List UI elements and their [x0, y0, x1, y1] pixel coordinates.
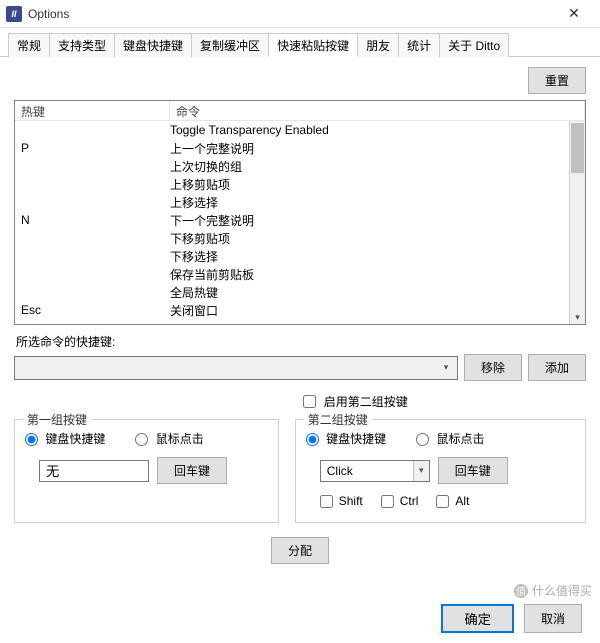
checkbox-input[interactable]	[436, 495, 449, 508]
selected-hotkey-combo[interactable]: ▾	[14, 356, 458, 380]
list-row[interactable]: P上一个完整说明	[15, 139, 585, 157]
checkbox-input[interactable]	[381, 495, 394, 508]
titlebar: II Options ✕	[0, 0, 600, 28]
checkbox-input[interactable]	[320, 495, 333, 508]
dialog-buttons: 确定 取消	[441, 604, 582, 633]
add-button[interactable]: 添加	[528, 354, 586, 381]
tab-about[interactable]: 关于 Ditto	[439, 33, 509, 57]
list-row[interactable]: 下移选择	[15, 247, 585, 265]
chevron-down-icon: ▾	[437, 357, 455, 379]
list-row[interactable]: 保存当前剪贴板	[15, 265, 585, 283]
group2-radio-keyboard[interactable]: 键盘快捷键	[306, 430, 386, 447]
list-row[interactable]: 上移剪贴项	[15, 175, 585, 193]
radio-input[interactable]	[135, 433, 148, 446]
tab-general[interactable]: 常规	[8, 33, 50, 57]
group1-enterkey-button[interactable]: 回车键	[157, 457, 227, 484]
tab-content: 重置 热键 命令 Toggle Transparency Enabled P上一…	[0, 57, 600, 574]
radio-input[interactable]	[306, 433, 319, 446]
list-row[interactable]: N下一个完整说明	[15, 211, 585, 229]
ok-button[interactable]: 确定	[441, 604, 514, 633]
group2-radio-mouse[interactable]: 鼠标点击	[416, 430, 484, 447]
list-row[interactable]: Toggle Transparency Enabled	[15, 121, 585, 139]
header-hotkey[interactable]: 热键	[15, 101, 170, 120]
group1-radio-keyboard[interactable]: 键盘快捷键	[25, 430, 105, 447]
list-header: 热键 命令	[15, 101, 585, 121]
group1-radio-mouse[interactable]: 鼠标点击	[135, 430, 203, 447]
header-command[interactable]: 命令	[170, 101, 585, 120]
close-button[interactable]: ✕	[554, 0, 594, 28]
list-row[interactable]: 上次切换的组	[15, 157, 585, 175]
enable-group2-checkbox[interactable]	[303, 395, 316, 408]
hotkey-list: 热键 命令 Toggle Transparency Enabled P上一个完整…	[14, 100, 586, 325]
scrollbar-thumb[interactable]	[571, 123, 584, 173]
group1-box: 第一组按键 键盘快捷键 鼠标点击 回车键	[14, 419, 279, 523]
enable-group2-label: 启用第二组按键	[324, 393, 408, 410]
tab-strip: 常规 支持类型 键盘快捷键 复制缓冲区 快速粘贴按键 朋友 统计 关于 Ditt…	[0, 28, 600, 57]
group2-shift-check[interactable]: Shift	[320, 494, 363, 508]
group2-alt-check[interactable]: Alt	[436, 494, 469, 508]
chevron-down-icon: ▾	[413, 461, 429, 481]
watermark-text: 什么值得买	[532, 582, 592, 599]
group1-legend: 第一组按键	[23, 411, 91, 428]
group2-enterkey-button[interactable]: 回车键	[438, 457, 508, 484]
remove-button[interactable]: 移除	[464, 354, 522, 381]
list-row[interactable]: Esc关闭窗口	[15, 301, 585, 319]
vertical-scrollbar[interactable]: ▾	[569, 121, 585, 324]
group1-key-input[interactable]	[39, 460, 149, 482]
window-title: Options	[28, 7, 554, 21]
tab-keyboard-shortcuts[interactable]: 键盘快捷键	[114, 33, 192, 57]
list-row[interactable]: 下移剪贴项	[15, 229, 585, 247]
tab-friends[interactable]: 朋友	[357, 33, 399, 57]
reset-button[interactable]: 重置	[528, 67, 586, 94]
list-body[interactable]: Toggle Transparency Enabled P上一个完整说明 上次切…	[15, 121, 585, 324]
assign-button[interactable]: 分配	[271, 537, 329, 564]
list-row[interactable]: 上移选择	[15, 193, 585, 211]
scroll-down-icon[interactable]: ▾	[570, 310, 585, 324]
group2-click-combo[interactable]: Click ▾	[320, 460, 430, 482]
tab-supported-types[interactable]: 支持类型	[49, 33, 115, 57]
group2-box: 第二组按键 键盘快捷键 鼠标点击 Click ▾	[295, 419, 586, 523]
watermark-icon: 值	[514, 584, 528, 598]
list-row[interactable]: 全局热键	[15, 283, 585, 301]
radio-input[interactable]	[416, 433, 429, 446]
tab-copy-buffers[interactable]: 复制缓冲区	[191, 33, 269, 57]
app-icon: II	[6, 6, 22, 22]
watermark: 值 什么值得买	[514, 582, 592, 599]
group2-legend: 第二组按键	[304, 411, 372, 428]
selected-hotkey-label: 所选命令的快捷键:	[16, 333, 586, 350]
tab-stats[interactable]: 统计	[398, 33, 440, 57]
tab-quick-paste-keys[interactable]: 快速粘贴按键	[268, 33, 358, 57]
radio-input[interactable]	[25, 433, 38, 446]
group2-ctrl-check[interactable]: Ctrl	[381, 494, 419, 508]
cancel-button[interactable]: 取消	[524, 604, 582, 633]
